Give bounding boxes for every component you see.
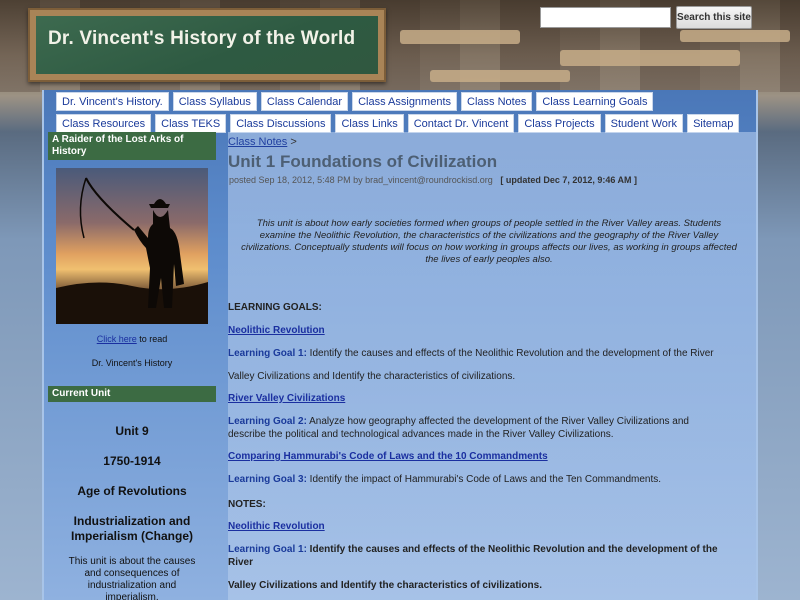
neolithic-revolution-link[interactable]: Neolithic Revolution [228,325,325,336]
link-row-1: Neolithic Revolution [228,325,325,336]
link-row-2: River Valley Civilizations [228,393,345,404]
notes-goal-text-2: River [228,557,254,568]
link-row-4: Neolithic Revolution [228,521,325,532]
goal-2-label: Learning Goal 2: [228,416,307,427]
chalkboard: Dr. Vincent's History of the World [36,16,378,74]
goal-1-cont: Valley Civilizations and Identify the ch… [228,371,516,382]
nav-item-calendar[interactable]: Class Calendar [260,92,349,111]
unit-years: 1750-1914 [103,454,161,468]
notes-goal-row: Learning Goal 1: Identify the causes and… [228,544,718,555]
search-input[interactable] [540,7,671,28]
goal-3-label: Learning Goal 3: [228,474,307,485]
nav-item-assignments[interactable]: Class Assignments [352,92,458,111]
breadcrumb-separator: > [287,136,297,148]
desk-decor [430,70,570,82]
goal-3-row: Learning Goal 3: Identify the impact of … [228,474,661,485]
notes-goal-text: Identify the causes and effects of the N… [306,544,718,555]
main-content: Class Notes > Unit 1 Foundations of Civi… [228,132,756,600]
goal-3-text: Identify the impact of Hammurabi's Code … [306,474,662,485]
nav-item-notes[interactable]: Class Notes [461,92,533,111]
breadcrumb-class-notes-link[interactable]: Class Notes [228,136,287,148]
nav-item-teks[interactable]: Class TEKS [155,114,227,133]
nav-item-home[interactable]: Dr. Vincent's History. [56,92,169,111]
updated-text: [ updated Dec 7, 2012, 9:46 AM ] [500,175,638,185]
nav-item-projects[interactable]: Class Projects [518,114,601,133]
link-row-3: Comparing Hammurabi's Code of Laws and t… [228,451,548,462]
notes-goal-cont: Valley Civilizations and Identify the ch… [228,580,542,591]
desk-decor [680,30,790,42]
nav-bar: Dr. Vincent's History. Class Syllabus Cl… [56,92,756,136]
desk-decor [400,30,520,44]
silhouette-icon [56,177,208,324]
notes-neolithic-link[interactable]: Neolithic Revolution [228,521,325,532]
read-history-line: Click here to read [48,334,216,344]
unit-description: This unit is about the causes and conseq… [68,556,196,600]
notes-goal-label: Learning Goal 1: [228,544,307,555]
nav-item-syllabus[interactable]: Class Syllabus [172,92,257,111]
nav-item-learning-goals[interactable]: Class Learning Goals [536,92,654,111]
sidebar: A Raider of the Lost Arks of History Cli… [48,132,216,600]
nav-item-sitemap[interactable]: Sitemap [687,114,740,133]
raider-silhouette-image [56,168,208,324]
learning-goals-heading: LEARNING GOALS: [228,302,322,313]
goal-1-text: Identify the causes and effects of the N… [306,348,714,359]
nav-item-contact[interactable]: Contact Dr. Vincent [407,114,515,133]
unit-sub: Industrialization and Imperialism (Chang… [70,514,194,543]
goal-1-label: Learning Goal 1: [228,348,307,359]
goal-1-row: Learning Goal 1: Identify the causes and… [228,348,714,359]
nav-item-student-work[interactable]: Student Work [604,114,684,133]
posted-text: posted Sep 18, 2012, 5:48 PM by brad_vin… [229,175,493,185]
notes-heading: NOTES: [228,499,266,510]
breadcrumb: Class Notes > [228,136,297,148]
intro-paragraph: This unit is about how early societies f… [241,218,737,265]
search-button[interactable]: Search this site [676,6,752,29]
site-title-frame: Dr. Vincent's History of the World [28,8,386,82]
desk-decor [560,50,740,66]
page-title: Unit 1 Foundations of Civilization [228,152,498,171]
sidebar-heading-current-unit: Current Unit [48,386,216,402]
goal-2-text: Analyze how geography affected the devel… [306,416,689,427]
unit-number: Unit 9 [115,424,149,438]
river-valley-link[interactable]: River Valley Civilizations [228,393,345,404]
history-label: Dr. Vincent's History [91,358,173,368]
hammurabi-link[interactable]: Comparing Hammurabi's Code of Laws and t… [228,451,548,462]
sidebar-heading-raider: A Raider of the Lost Arks of History [48,132,216,160]
current-unit-box: Unit 9 1750-1914 Age of Revolutions Indu… [48,424,216,600]
nav-item-resources[interactable]: Class Resources [56,114,152,133]
nav-item-discussions[interactable]: Class Discussions [230,114,332,133]
to-read-text: to read [136,334,168,344]
post-meta: posted Sep 18, 2012, 5:48 PM by brad_vin… [229,175,637,185]
nav-item-links[interactable]: Class Links [335,114,404,133]
click-here-link[interactable]: Click here [97,334,137,344]
goal-2-row: Learning Goal 2: Analyze how geography a… [228,416,689,427]
site-title[interactable]: Dr. Vincent's History of the World [48,28,355,50]
unit-name: Age of Revolutions [77,484,187,498]
goal-2-cont: describe the political and technological… [228,429,614,440]
page-container: Dr. Vincent's History. Class Syllabus Cl… [42,90,758,600]
